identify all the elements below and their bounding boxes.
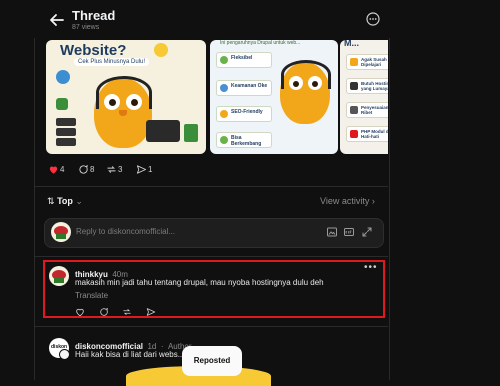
heart-icon — [76, 308, 84, 317]
comment-like-button[interactable] — [75, 307, 85, 317]
benefit-item: Keamanan Oke — [216, 80, 272, 96]
carousel-image-1[interactable]: Website? Cek Plus Minusnya Dulu! — [46, 40, 206, 154]
post-action-bar: 4 8 3 1 — [48, 162, 248, 178]
drawback-item: PHP Modul dengan Hati-hati — [346, 126, 388, 142]
comment-text: Haii kak bisa di liat dari webs... ya — [75, 350, 196, 359]
laptop-icon — [146, 120, 180, 142]
view-activity-link[interactable]: View activity › — [320, 196, 375, 206]
reply-placeholder: Reply to diskoncomofficial... — [76, 227, 176, 236]
comment-reply-button[interactable] — [99, 307, 109, 317]
carousel-image-3[interactable]: M... Agak Susah Dipelajari Butuh Hosting… — [340, 40, 388, 154]
chevron-right-icon: › — [371, 196, 375, 206]
send-icon — [136, 165, 147, 174]
divider — [34, 256, 388, 257]
send-icon — [146, 308, 156, 316]
avatar — [51, 222, 71, 242]
owl-mascot-icon — [280, 60, 331, 124]
sort-label: Top — [57, 196, 73, 206]
drawback-item: Agak Susah Dipelajari — [346, 54, 388, 70]
card-headline: Website? — [60, 42, 127, 59]
lock-icon — [56, 98, 68, 110]
gif-icon[interactable] — [343, 226, 355, 238]
heart-icon — [49, 166, 58, 174]
chevron-down-icon: ⌄ — [75, 196, 83, 206]
repost-icon — [107, 166, 116, 173]
globe-icon — [56, 70, 70, 84]
comment-button[interactable]: 8 — [78, 162, 104, 178]
share-button[interactable]: 1 — [136, 162, 162, 178]
benefit-item: Fleksibel — [216, 52, 272, 68]
comment-icon — [79, 164, 88, 174]
bar-chart-icon — [184, 124, 198, 142]
owl-mascot-icon — [94, 76, 152, 148]
benefit-item: SEO-Friendly — [216, 106, 272, 122]
carousel-image-2[interactable]: Ini pengaruhnya Drupal untuk web... Flek… — [210, 40, 338, 154]
expand-icon[interactable] — [361, 226, 373, 238]
image-attach-icon[interactable] — [326, 226, 338, 238]
comment-repost-button[interactable] — [122, 307, 132, 317]
comment-share-button[interactable] — [146, 307, 156, 317]
translate-link[interactable]: Translate — [75, 291, 108, 300]
divider — [34, 186, 388, 187]
repost-button[interactable]: 3 — [106, 162, 132, 178]
thinking-emoji-icon — [154, 43, 168, 57]
card-header: M... — [344, 40, 359, 48]
more-options-icon[interactable] — [366, 12, 380, 26]
comment-icon — [100, 307, 108, 316]
card-header: Ini pengaruhnya Drupal untuk web... — [220, 40, 301, 46]
comment-text: makasih min jadi tahu tentang drupal, ma… — [75, 278, 324, 300]
image-carousel[interactable]: Website? Cek Plus Minusnya Dulu! Ini pen… — [34, 38, 388, 156]
divider — [34, 326, 388, 327]
benefit-item: Bisa Berkembang — [216, 132, 272, 148]
card-subtitle: Cek Plus Minusnya Dulu! — [74, 58, 150, 66]
avatar[interactable] — [49, 266, 69, 286]
follow-plus-icon[interactable] — [59, 349, 70, 360]
drawback-item: Butuh Hosting yang Lumayan — [346, 78, 388, 94]
reposted-toast: Reposted — [182, 346, 242, 376]
comment-more-icon[interactable]: ••• — [364, 262, 378, 273]
sort-icon: ⇅ — [47, 196, 55, 206]
sort-dropdown[interactable]: ⇅ Top ⌄ — [47, 196, 83, 207]
drawback-item: Penyesuaian Lebih Ribet — [346, 102, 388, 118]
repost-icon — [123, 309, 131, 315]
back-arrow-icon[interactable] — [48, 11, 66, 29]
view-count: 87 views — [72, 24, 100, 31]
like-button[interactable]: 4 — [48, 162, 74, 178]
page-title: Thread — [72, 8, 116, 23]
